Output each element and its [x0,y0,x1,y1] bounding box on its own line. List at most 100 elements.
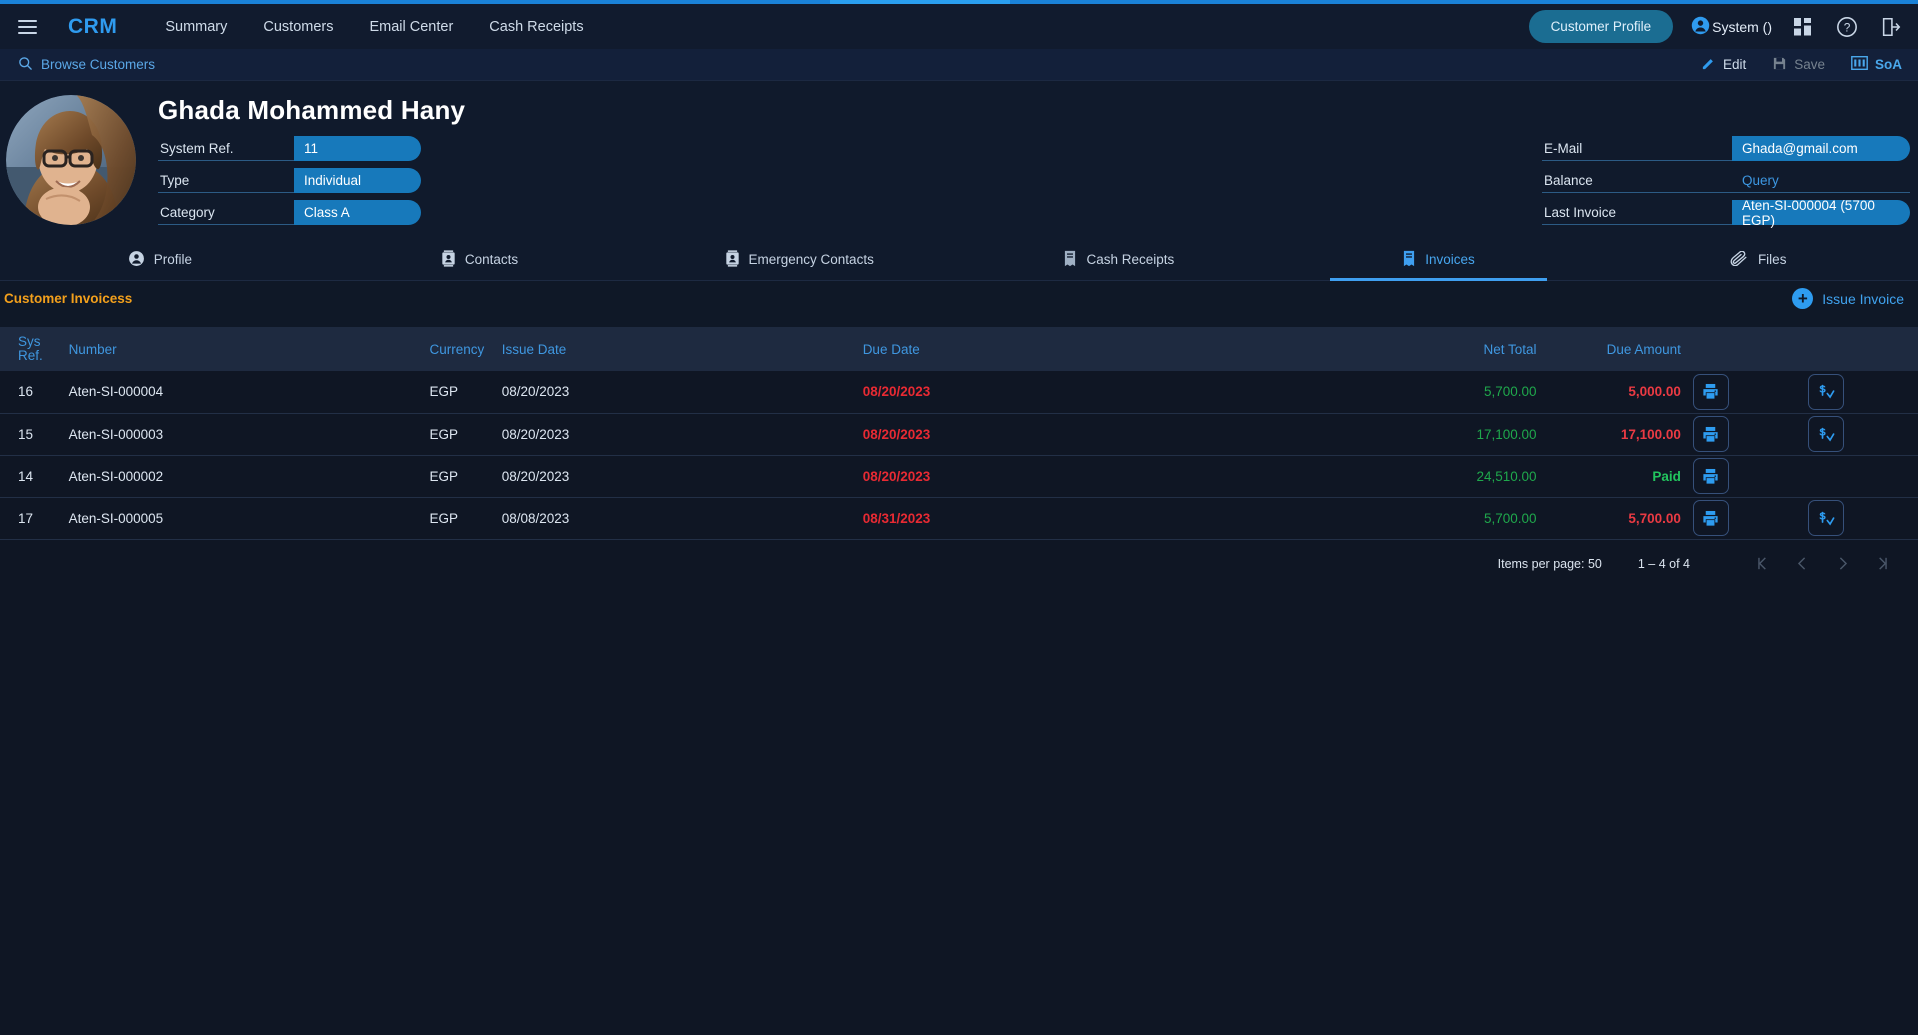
nav-item-customers[interactable]: Customers [249,13,347,41]
next-page-button[interactable] [1822,544,1862,584]
last-page-button[interactable] [1862,544,1902,584]
breadcrumb-action-bar: Browse Customers Edit Save SoA [0,49,1918,81]
request-payment-button[interactable]: S [1808,416,1845,452]
cell-sys-ref: 17 [18,510,34,526]
column-header-net-total[interactable]: Net Total [1218,327,1543,371]
due-amount-value: 17,100.00 [1620,426,1681,442]
balance-query-link[interactable]: Query [1732,168,1910,193]
print-invoice-button[interactable] [1692,416,1729,452]
logout-icon[interactable] [1878,14,1904,40]
due-date-value: 08/20/2023 [862,384,931,400]
invoices-table: Sys Ref. Number Currency Issue Date Due … [0,327,1918,540]
nav-item-email-center[interactable]: Email Center [355,13,467,41]
cell-pay-action: S [1802,413,1918,455]
column-header-number[interactable]: Number [63,327,424,371]
user-icon [1691,16,1710,38]
field-label: E-Mail [1542,136,1732,161]
apps-grid-icon[interactable] [1790,14,1816,40]
cell-sys-ref: 15 [18,426,34,442]
help-icon[interactable]: ? [1834,14,1860,40]
table-row[interactable]: 14 Aten-SI-000002 EGP 08/20/2023 08/20/2… [0,455,1918,497]
cell-number: Aten-SI-000002 [68,468,164,484]
paginator: Items per page: 50 1 – 4 of 4 [0,540,1918,588]
cell-issue-date: 08/20/2023 [501,426,570,442]
last-invoice-value[interactable]: Aten-SI-000004 (5700 EGP) [1732,198,1910,228]
column-header-due-amount[interactable]: Due Amount [1543,327,1687,371]
type-value[interactable]: Individual [294,168,421,193]
net-total-value: 17,100.00 [1476,426,1537,442]
cell-print-action [1687,413,1803,455]
person-circle-icon [128,250,145,270]
cell-due-date: 08/20/2023 [857,455,1218,497]
hamburger-menu-icon[interactable] [10,10,44,44]
nav-item-cash-receipts[interactable]: Cash Receipts [475,13,597,41]
attachment-icon [1730,250,1749,269]
previous-page-button[interactable] [1782,544,1822,584]
pencil-icon [1701,56,1716,74]
save-label: Save [1794,57,1825,72]
edit-button[interactable]: Edit [1701,56,1746,74]
first-page-button[interactable] [1742,544,1782,584]
user-name-label: System () [1712,18,1772,35]
cell-issue-date: 08/08/2023 [501,510,570,526]
tab-contacts[interactable]: Contacts [320,239,640,280]
issue-invoice-label: Issue Invoice [1822,290,1904,307]
cell-due-amount: Paid [1543,455,1687,497]
column-header-issue-date[interactable]: Issue Date [496,327,857,371]
tab-invoices[interactable]: Invoices [1279,239,1599,281]
user-menu[interactable]: System () [1691,16,1772,38]
invoice-icon [1402,250,1416,270]
tab-label: Emergency Contacts [748,252,874,267]
due-date-value: 08/31/2023 [862,510,931,526]
field-label: Last Invoice [1542,200,1732,225]
column-header-sys-ref[interactable]: Sys Ref. [0,327,63,371]
browse-customers-link[interactable]: Browse Customers [18,56,155,74]
print-invoice-button[interactable] [1692,458,1729,494]
floppy-disk-icon [1772,56,1787,74]
customer-header: Ghada Mohammed Hany System Ref. 11 Type … [0,81,1918,239]
soa-button[interactable]: SoA [1851,56,1902,73]
cell-issue-date: 08/20/2023 [501,384,570,400]
tab-emergency-contacts[interactable]: Emergency Contacts [639,239,959,280]
cell-due-amount: 17,100.00 [1543,413,1687,455]
net-total-value: 5,700.00 [1483,510,1537,526]
column-header-due-date[interactable]: Due Date [857,327,1218,371]
customer-profile-button[interactable]: Customer Profile [1528,10,1674,43]
print-invoice-button[interactable] [1692,500,1729,536]
tab-profile[interactable]: Profile [0,239,320,280]
svg-text:?: ? [1844,20,1851,34]
browse-customers-label: Browse Customers [41,57,156,72]
save-button[interactable]: Save [1772,56,1825,74]
nav-item-summary[interactable]: Summary [151,13,241,41]
cell-pay-action: S [1802,371,1918,413]
print-invoice-button[interactable] [1692,373,1729,410]
cell-due-date: 08/20/2023 [857,413,1218,455]
email-value[interactable]: Ghada@gmail.com [1732,136,1910,161]
column-header-currency[interactable]: Currency [424,327,496,371]
due-date-value: 08/20/2023 [862,468,931,484]
issue-invoice-button[interactable]: + Issue Invoice [1792,288,1904,309]
contact-card-icon [725,249,740,270]
search-icon [18,56,33,74]
cell-currency: EGP [429,426,459,442]
table-row[interactable]: 15 Aten-SI-000003 EGP 08/20/2023 08/20/2… [0,413,1918,455]
statement-icon [1851,56,1868,73]
column-header-print-action [1687,327,1803,371]
table-row[interactable]: 16 Aten-SI-000004 EGP 08/20/2023 08/20/2… [0,371,1918,413]
app-logo[interactable]: CRM [68,15,117,39]
due-date-value: 08/20/2023 [862,426,931,442]
request-payment-button[interactable]: S [1808,373,1845,410]
category-value[interactable]: Class A [294,200,421,225]
request-payment-button[interactable]: S [1808,500,1845,536]
items-per-page-label: Items per page: [1497,556,1585,571]
system-ref-value[interactable]: 11 [294,136,421,161]
field-system-ref: System Ref. 11 [158,136,421,161]
sys-ref-line1: Sys [18,333,41,349]
cell-number: Aten-SI-000005 [68,510,164,526]
customer-fields-left: System Ref. 11 Type Individual Category … [158,136,421,232]
due-amount-value: 5,700.00 [1628,510,1681,526]
tab-cash-receipts[interactable]: Cash Receipts [959,239,1279,280]
table-row[interactable]: 17 Aten-SI-000005 EGP 08/08/2023 08/31/2… [0,497,1918,539]
tab-files[interactable]: Files [1598,239,1918,280]
items-per-page[interactable]: Items per page: 50 [1498,557,1602,571]
